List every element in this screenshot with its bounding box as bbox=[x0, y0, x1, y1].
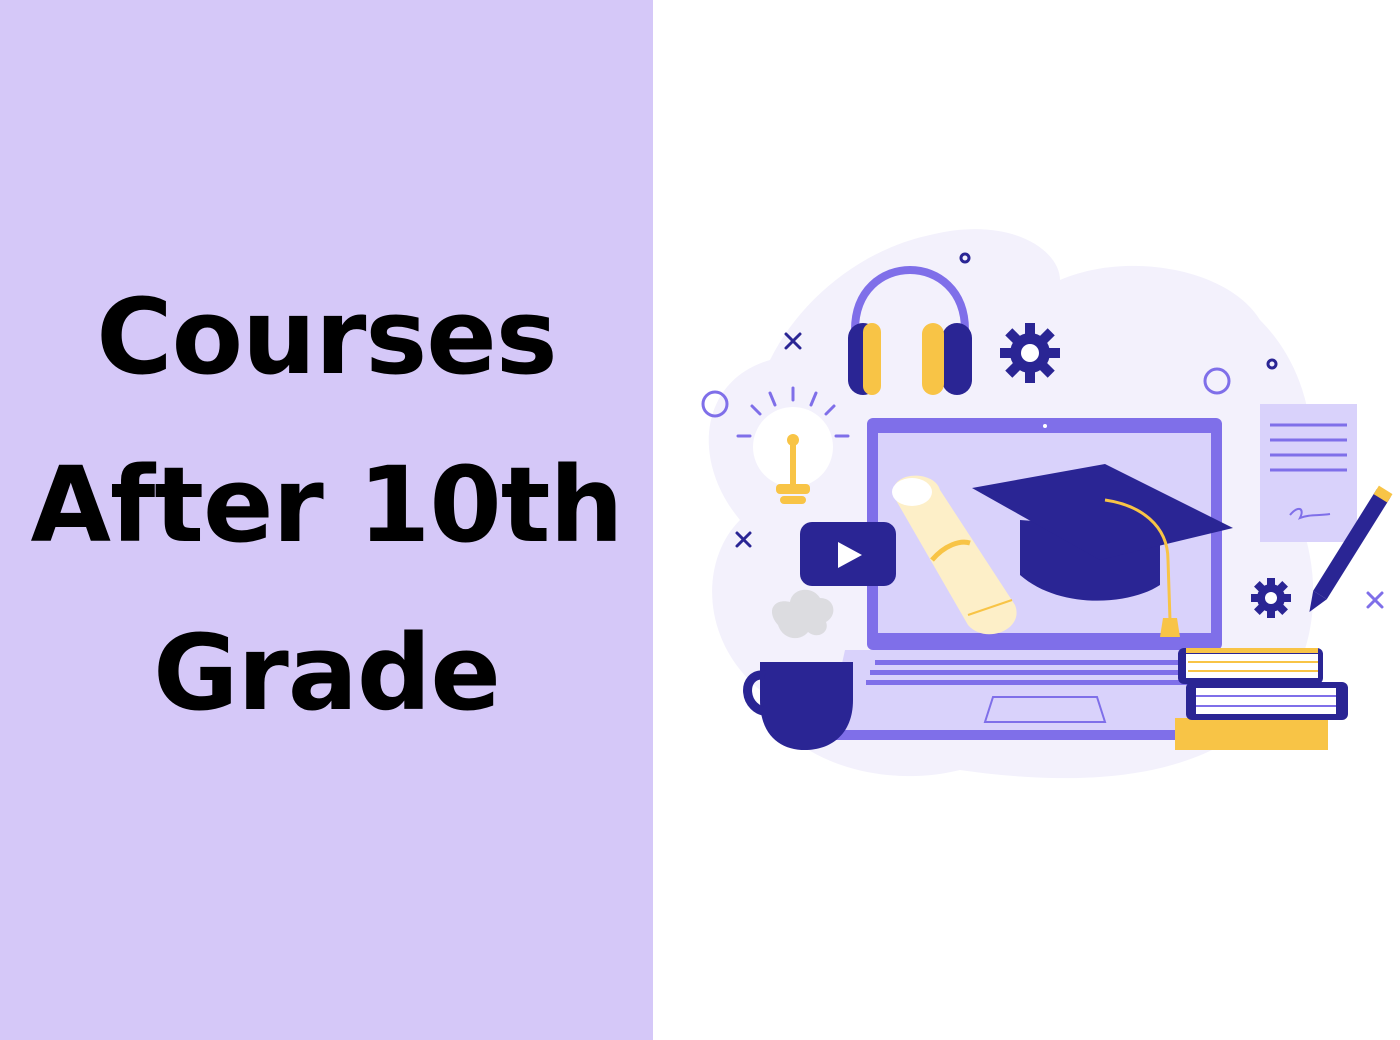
title-line-3: Grade bbox=[153, 612, 501, 734]
document-icon bbox=[1260, 404, 1357, 542]
title-line-2: After 10th bbox=[30, 444, 624, 566]
gear-icon bbox=[1000, 323, 1060, 383]
books-stack-icon bbox=[1175, 648, 1348, 750]
page-title: Courses After 10th Grade bbox=[30, 253, 624, 757]
title-line-1: Courses bbox=[96, 276, 557, 398]
education-illustration bbox=[653, 0, 1400, 1040]
play-video-icon bbox=[800, 522, 896, 586]
gear-small-icon bbox=[1251, 578, 1291, 618]
title-panel: Courses After 10th Grade bbox=[0, 0, 653, 1040]
